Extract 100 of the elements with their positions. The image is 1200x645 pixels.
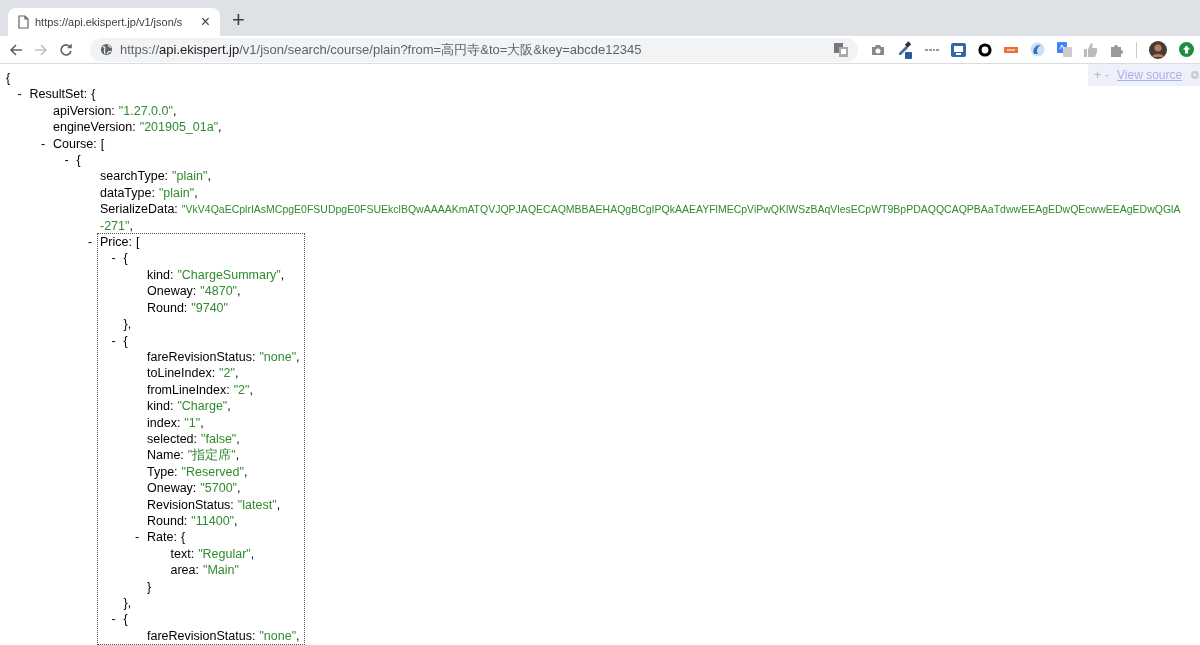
json-punctuation: ,: [276, 496, 281, 513]
json-key: searchType:: [100, 168, 169, 185]
monitor-icon[interactable]: [951, 42, 966, 57]
globe-icon: [100, 43, 113, 56]
json-value: "4870": [200, 283, 238, 300]
translate-icon[interactable]: [1057, 42, 1072, 57]
collapse-toggle[interactable]: -: [17, 86, 22, 103]
new-tab-button[interactable]: +: [228, 9, 249, 31]
json-bracket: {: [123, 332, 128, 349]
collapse-toggle[interactable]: -: [41, 135, 46, 153]
json-value: "2": [233, 381, 250, 399]
json-value: "201905_01a": [139, 119, 219, 136]
collapse-toggle[interactable]: -: [111, 611, 116, 628]
json-punctuation: ,: [280, 266, 285, 284]
json-value: "plain": [172, 168, 208, 185]
back-icon[interactable]: [9, 42, 23, 57]
json-key: Price:: [100, 234, 132, 251]
address-bar[interactable]: https://api.ekispert.jp/v1/json/search/course/plain?from=高円寺&to=大阪&key=abcde12345: [90, 37, 858, 62]
avatar-icon[interactable]: [1149, 40, 1167, 59]
json-punctuation: ,: [236, 430, 240, 448]
collapse-toggle[interactable]: -: [135, 529, 140, 546]
json-value: "ChargeSummary": [177, 266, 281, 284]
json-key: index:: [147, 414, 181, 431]
json-bracket: {: [180, 529, 186, 546]
update-icon[interactable]: [1179, 42, 1194, 57]
json-punctuation: ,: [227, 398, 231, 415]
json-punctuation: ,: [249, 381, 253, 399]
json-key: Name:: [147, 447, 184, 464]
url-text: https://api.ekispert.jp/v1/json/search/course/plain?from=高円寺&to=大阪&key=abcde12345: [120, 40, 643, 59]
tab-title: https://api.ekispert.jp/v1/json/s: [35, 14, 184, 30]
json-key: kind:: [147, 398, 174, 415]
collapse-toggle[interactable]: -: [111, 332, 116, 349]
camera-icon[interactable]: [871, 43, 885, 56]
json-punctuation: ,: [296, 348, 300, 366]
json-value: -271": [100, 217, 130, 235]
json-bracket: },: [123, 316, 132, 333]
json-key: Type:: [147, 463, 178, 481]
json-value: "2": [219, 365, 235, 382]
json-value: "5700": [200, 480, 238, 497]
json-key: dataType:: [100, 184, 155, 202]
json-value: "plain": [158, 184, 195, 202]
json-value: "1.27.0.0": [118, 102, 173, 120]
json-punctuation: ,: [234, 512, 238, 530]
translate-icon[interactable]: [834, 42, 848, 57]
collapse-toggle[interactable]: -: [111, 250, 116, 267]
json-bracket: [: [135, 234, 140, 251]
json-punctuation: ,: [296, 627, 300, 645]
json-key: Oneway:: [147, 480, 197, 497]
json-punctuation: ,: [235, 447, 240, 464]
json-bracket: {: [123, 611, 128, 628]
json-punctuation: ,: [129, 217, 133, 235]
json-key: Round:: [147, 512, 188, 530]
reload-icon[interactable]: [59, 42, 73, 57]
json-value: "false": [201, 430, 237, 448]
eyedropper-icon[interactable]: [897, 40, 913, 59]
json-punctuation: ,: [237, 480, 241, 497]
json-value: "1": [184, 414, 201, 431]
json-key: Rate:: [147, 529, 177, 546]
json-punctuation: ,: [207, 168, 211, 185]
json-bracket: {: [123, 250, 128, 267]
json-punctuation: ,: [250, 545, 255, 563]
json-bracket: {: [91, 86, 96, 103]
json-punctuation: ,: [194, 184, 198, 202]
ring-icon[interactable]: [978, 42, 992, 57]
swirl-icon[interactable]: [1030, 42, 1045, 57]
browser-tab[interactable]: https://api.ekispert.jp/v1/json/s ×: [8, 8, 220, 36]
json-key: apiVersion:: [53, 102, 115, 120]
json-value: "Regular": [198, 545, 251, 563]
json-key: text:: [170, 545, 195, 563]
json-key: Oneway:: [147, 283, 197, 300]
json-key: fareRevisionStatus:: [147, 348, 256, 366]
json-punctuation: ,: [243, 463, 248, 481]
json-key: ResultSet:: [29, 86, 88, 103]
json-value: "Charge": [177, 398, 228, 415]
json-key: fareRevisionStatus:: [147, 627, 256, 645]
thumbs-up-icon[interactable]: [1084, 42, 1098, 57]
json-value: "9740": [191, 299, 228, 317]
json-key: kind:: [147, 266, 174, 284]
json-key: SerializeData:: [100, 201, 178, 218]
json-punctuation: ,: [172, 102, 177, 120]
json-key: Round:: [147, 299, 188, 317]
json-value: "Reserved": [181, 463, 244, 481]
json-value: "Main": [203, 562, 239, 579]
json-punctuation: ,: [218, 119, 222, 136]
json-value: "none": [259, 348, 297, 366]
close-tab-button[interactable]: ×: [200, 14, 210, 30]
json-value: "latest": [237, 496, 277, 513]
json-punctuation: ,: [200, 414, 204, 431]
document-icon: [18, 15, 29, 29]
json-value: "VkV4QaECplrIAsMCpgE0FSUDpgE0FSUEkclBQwAAAAKmATQVJQPJAQECAQMBBAEHAQgBCgIPQkAAEAYFlMECpViPwQKlWSzBAqVlesECpWT9BpPDAQQCAQPBAaTdwwEEAgEDwQEcwwEEAgEDwQGlA: [181, 202, 1181, 218]
collapse-toggle[interactable]: -: [88, 234, 93, 251]
collapse-toggle[interactable]: -: [64, 152, 69, 169]
json-key: RevisionStatus:: [147, 496, 234, 513]
json-key: area:: [170, 562, 199, 579]
json-bracket: {: [76, 152, 81, 169]
json-value: "11400": [191, 512, 235, 530]
json-key: engineVersion:: [53, 119, 136, 136]
json-bracket: [: [100, 135, 105, 153]
puzzle-icon[interactable]: [1110, 42, 1124, 57]
tag-icon[interactable]: [1004, 46, 1018, 53]
